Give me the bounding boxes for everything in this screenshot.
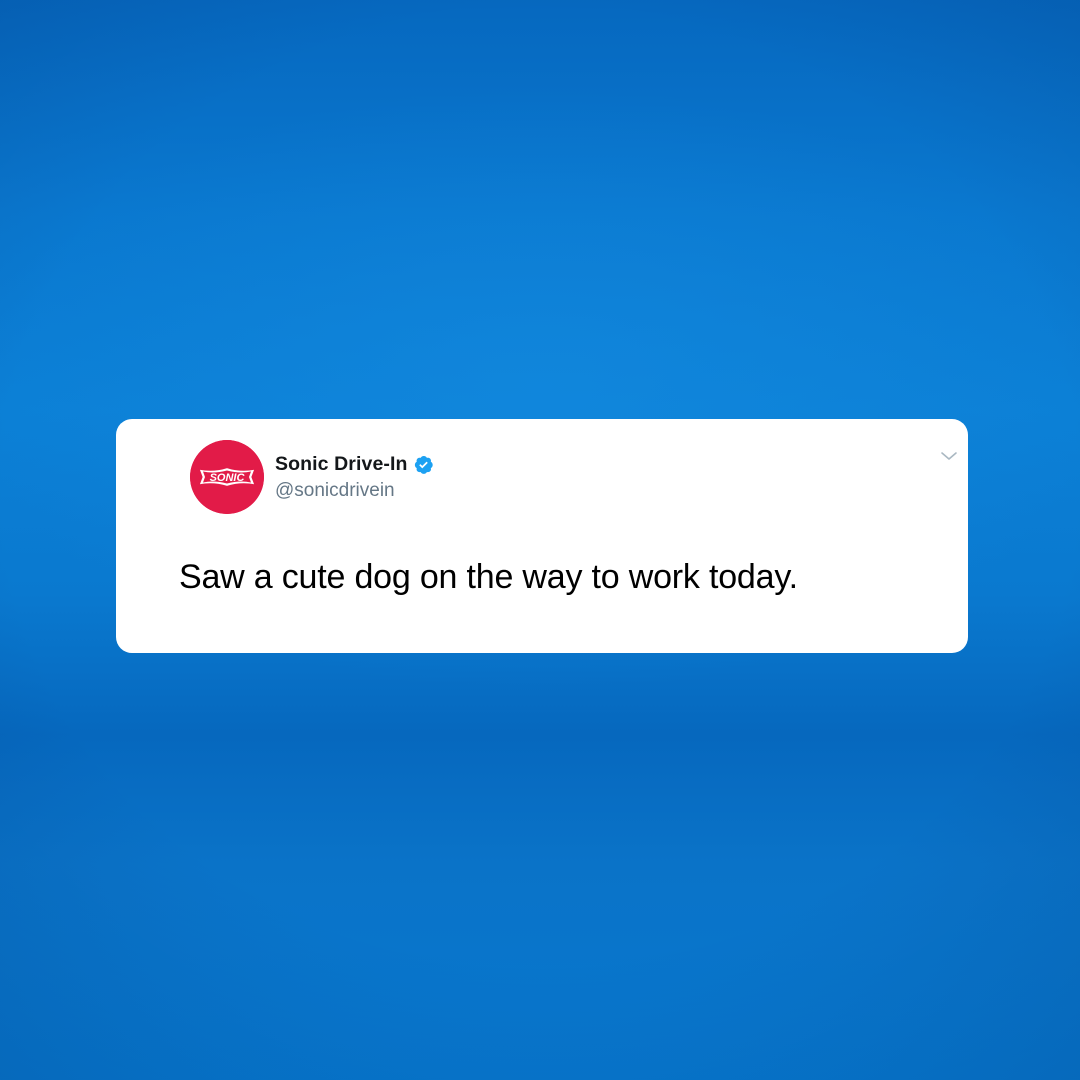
tweet-text: Saw a cute dog on the way to work today. (179, 558, 798, 596)
sonic-logo-text: SONIC (210, 472, 246, 484)
display-name[interactable]: Sonic Drive-In (275, 453, 408, 476)
tweet-card[interactable]: SONIC Sonic Drive-In @sonicdrivein Saw a… (116, 419, 968, 653)
avatar[interactable]: SONIC (190, 440, 264, 514)
verified-badge-icon (414, 455, 433, 474)
author-row: Sonic Drive-In (275, 452, 434, 476)
sonic-logo-icon: SONIC (190, 440, 264, 514)
chevron-down-icon[interactable] (940, 449, 958, 463)
user-handle[interactable]: @sonicdrivein (275, 480, 395, 502)
